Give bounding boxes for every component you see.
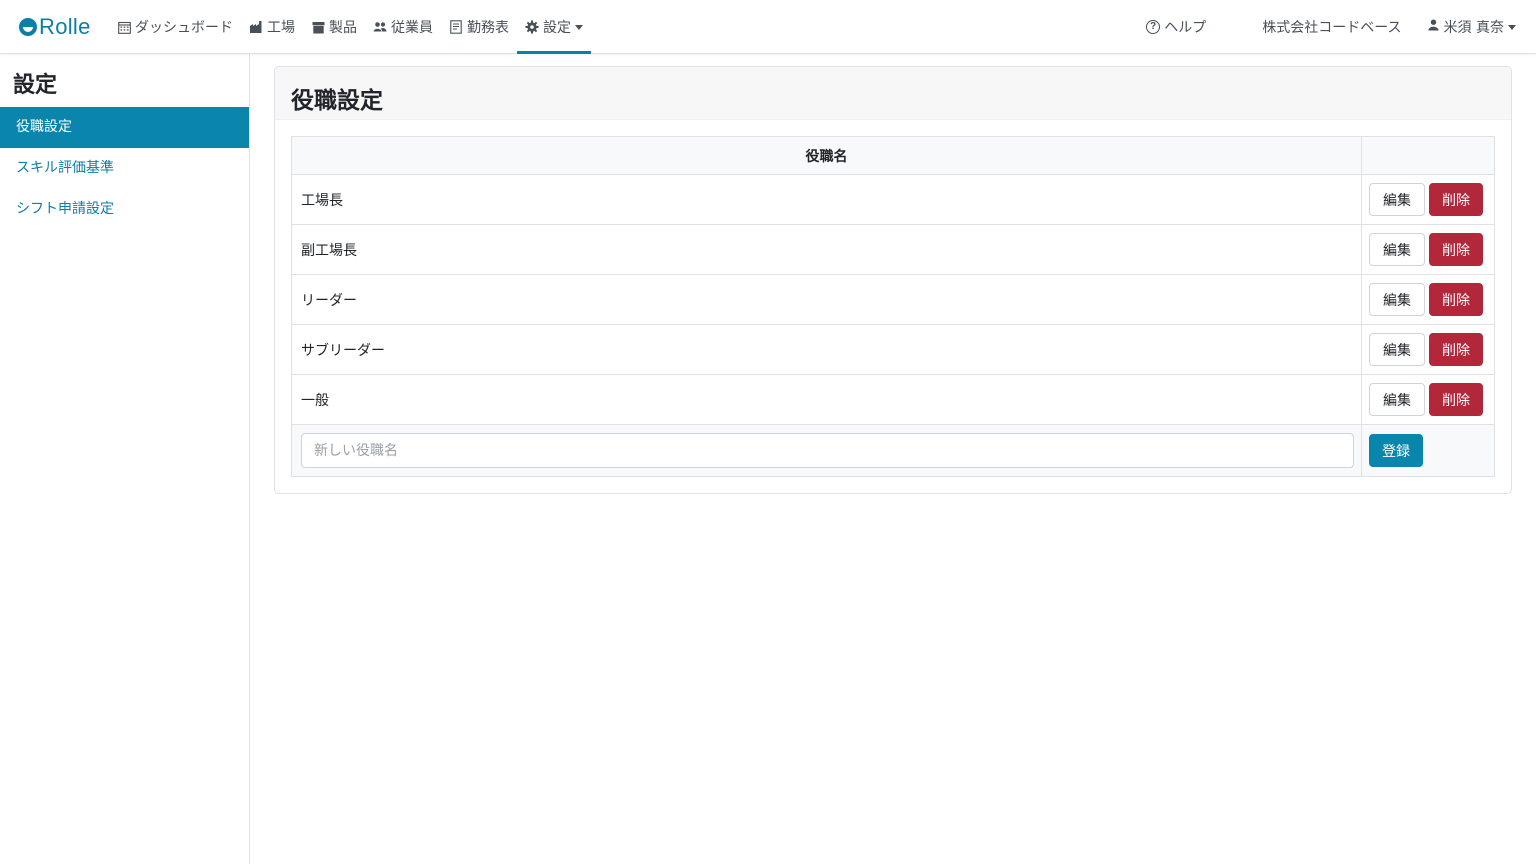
sidebar: 設定 役職設定 スキル評価基準 シフト申請設定 xyxy=(0,54,250,864)
sidebar-title: 設定 xyxy=(13,73,58,98)
main-nav: ダッシュボード 工場 製品 従業員 勤務表 設定 xyxy=(109,0,591,54)
sidebar-item-roles[interactable]: 役職設定 xyxy=(0,107,249,148)
delete-button[interactable]: 削除 xyxy=(1429,233,1483,266)
nav-item-products[interactable]: 製品 xyxy=(303,0,365,54)
question-circle-icon: ? xyxy=(1146,20,1161,34)
people-icon xyxy=(373,20,387,34)
edit-button[interactable]: 編集 xyxy=(1369,283,1425,316)
user-name: 米須 真奈 xyxy=(1443,20,1504,36)
help-link[interactable]: ? ヘルプ xyxy=(1146,17,1206,37)
nav-label: 製品 xyxy=(329,20,357,36)
nav-item-settings[interactable]: 設定 xyxy=(517,0,591,54)
factory-icon xyxy=(249,20,263,34)
brand-logo[interactable]: Rolle xyxy=(19,14,91,40)
edit-button[interactable]: 編集 xyxy=(1369,233,1425,266)
role-name: 工場長 xyxy=(291,174,1362,225)
nav-right: ? ヘルプ 株式会社コードベース 米須 真奈 xyxy=(1146,0,1536,54)
page-title: 役職設定 xyxy=(291,88,383,114)
new-role-cell xyxy=(291,424,1362,477)
edit-button[interactable]: 編集 xyxy=(1369,333,1425,366)
row-actions: 編集 削除 xyxy=(1361,174,1495,225)
row-actions: 編集 削除 xyxy=(1361,274,1495,325)
edit-button[interactable]: 編集 xyxy=(1369,383,1425,416)
row-actions: 編集 削除 xyxy=(1361,374,1495,425)
nav-label: 勤務表 xyxy=(467,20,509,36)
new-role-row: 登録 xyxy=(291,424,1495,477)
role-name: 一般 xyxy=(291,374,1362,425)
nav-item-employees[interactable]: 従業員 xyxy=(365,0,441,54)
sidebar-item-skill-criteria[interactable]: スキル評価基準 xyxy=(0,148,249,189)
nav-item-dashboard[interactable]: ダッシュボード xyxy=(109,0,241,54)
nav-label: 従業員 xyxy=(391,20,433,36)
edit-button[interactable]: 編集 xyxy=(1369,183,1425,216)
user-menu[interactable]: 米須 真奈 xyxy=(1427,17,1516,37)
role-name: リーダー xyxy=(291,274,1362,325)
help-label: ヘルプ xyxy=(1164,20,1207,36)
delete-button[interactable]: 削除 xyxy=(1429,183,1483,216)
table-header-row: 役職名 xyxy=(291,136,1495,175)
nav-label: 工場 xyxy=(267,20,295,36)
new-role-actions: 登録 xyxy=(1361,424,1495,477)
card-header: 役職設定 xyxy=(275,67,1511,120)
column-header-actions xyxy=(1361,136,1495,175)
roles-card: 役職設定 役職名 工場長 編集 削除 副工場長 編集 削除 リーダー 編集 削除… xyxy=(274,66,1512,494)
delete-button[interactable]: 削除 xyxy=(1429,333,1483,366)
user-icon xyxy=(1427,19,1439,35)
sidebar-item-shift-request[interactable]: シフト申請設定 xyxy=(0,189,249,230)
delete-button[interactable]: 削除 xyxy=(1429,283,1483,316)
nav-item-factory[interactable]: 工場 xyxy=(241,0,303,54)
new-role-input[interactable] xyxy=(301,433,1354,468)
table-row: 工場長 編集 削除 xyxy=(291,174,1495,225)
chevron-down-icon xyxy=(575,24,583,30)
nav-label: 設定 xyxy=(543,20,571,36)
column-header-role-name: 役職名 xyxy=(291,136,1362,175)
chevron-down-icon xyxy=(1508,24,1516,30)
document-icon xyxy=(449,20,463,34)
top-navbar: Rolle ダッシュボード 工場 製品 従業員 勤務表 設定 ? ヘルプ 株式会… xyxy=(0,0,1536,54)
box-icon xyxy=(311,20,325,34)
row-actions: 編集 削除 xyxy=(1361,224,1495,275)
register-button[interactable]: 登録 xyxy=(1369,434,1423,467)
delete-button[interactable]: 削除 xyxy=(1429,383,1483,416)
nav-label: ダッシュボード xyxy=(135,20,233,36)
role-name: サブリーダー xyxy=(291,324,1362,375)
company-name: 株式会社コードベース xyxy=(1262,20,1402,36)
table-row: 一般 編集 削除 xyxy=(291,374,1495,425)
calendar-icon xyxy=(117,20,131,34)
gear-icon xyxy=(525,20,539,34)
table-row: リーダー 編集 削除 xyxy=(291,274,1495,325)
table-row: サブリーダー 編集 削除 xyxy=(291,324,1495,375)
table-row: 副工場長 編集 削除 xyxy=(291,224,1495,275)
brand-name: Rolle xyxy=(39,14,91,39)
row-actions: 編集 削除 xyxy=(1361,324,1495,375)
roles-table: 役職名 工場長 編集 削除 副工場長 編集 削除 リーダー 編集 削除 サブリー… xyxy=(291,136,1495,477)
logo-icon xyxy=(19,18,37,36)
nav-item-schedule[interactable]: 勤務表 xyxy=(441,0,517,54)
role-name: 副工場長 xyxy=(291,224,1362,275)
